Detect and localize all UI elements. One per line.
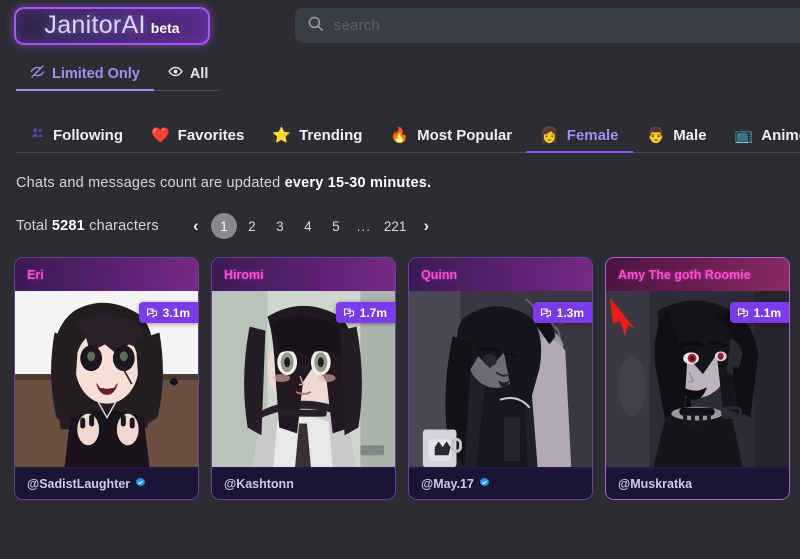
heart-icon: ❤️ xyxy=(150,127,170,144)
card-footer: @May.17 xyxy=(409,469,592,499)
card-image: 1.3m xyxy=(409,291,592,469)
messages-icon xyxy=(343,307,354,318)
update-notice-text: Chats and messages count are updated xyxy=(16,175,285,191)
creator-handle[interactable]: @SadistLaughter xyxy=(27,477,130,491)
man-icon: 👨 xyxy=(646,127,666,144)
total-suffix: characters xyxy=(84,218,159,234)
tab-all[interactable]: All xyxy=(154,64,223,91)
search-input[interactable] xyxy=(334,17,800,34)
users-icon xyxy=(30,126,45,144)
character-card-quinn[interactable]: Quinn 1.3m @May.17 xyxy=(408,257,593,500)
pagination-page-1[interactable]: 1 xyxy=(210,213,237,239)
character-grid: Eri 3.1m @SadistLaughter Hiromi 1.7m @Ka… xyxy=(0,239,800,500)
pagination-row: Total 5281 characters ‹ 1 2 3 4 5 ... 22… xyxy=(0,191,800,239)
card-header: Eri xyxy=(15,258,198,291)
card-title: Eri xyxy=(27,267,44,282)
card-title: Hiromi xyxy=(224,267,264,282)
pagination-ellipsis: ... xyxy=(356,218,371,234)
tab-most-popular[interactable]: 🔥 Most Popular xyxy=(376,127,526,153)
woman-icon: 👩 xyxy=(540,127,559,144)
messages-icon xyxy=(737,307,748,318)
character-card-hiromi[interactable]: Hiromi 1.7m @Kashtonn xyxy=(211,257,396,500)
total-prefix: Total xyxy=(16,218,52,234)
pagination-page-3[interactable]: 3 xyxy=(267,213,293,239)
creator-handle[interactable]: @Muskratka xyxy=(618,477,692,491)
messages-icon xyxy=(540,307,551,318)
card-image: 3.1m xyxy=(15,291,198,469)
message-count-value: 3.1m xyxy=(162,305,190,320)
character-card-eri[interactable]: Eri 3.1m @SadistLaughter xyxy=(14,257,199,500)
messages-icon xyxy=(146,307,157,318)
message-count-value: 1.1m xyxy=(753,305,781,320)
pagination-page-4[interactable]: 4 xyxy=(295,213,321,239)
message-count-value: 1.7m xyxy=(359,305,387,320)
card-image: 1.1m xyxy=(606,291,789,469)
tab-most-popular-label: Most Popular xyxy=(417,127,513,144)
pagination-page-221[interactable]: 221 xyxy=(379,213,412,239)
tab-trending-label: Trending xyxy=(299,127,363,144)
pagination-page-5[interactable]: 5 xyxy=(323,213,349,239)
card-footer: @SadistLaughter xyxy=(15,469,198,499)
app-logo[interactable]: JanitorAI beta xyxy=(14,6,210,45)
verified-badge-icon xyxy=(135,475,146,493)
total-characters: Total 5281 characters xyxy=(16,218,159,234)
tab-limited-only-label: Limited Only xyxy=(52,65,140,82)
eye-icon xyxy=(168,64,183,83)
creator-handle[interactable]: @May.17 xyxy=(421,477,474,491)
update-notice: Chats and messages count are updated eve… xyxy=(0,153,800,191)
search-bar[interactable] xyxy=(295,8,800,43)
pagination: ‹ 1 2 3 4 5 ... 221 › xyxy=(183,213,440,239)
card-title: Amy The goth Roomie xyxy=(618,267,751,282)
message-count-badge: 3.1m xyxy=(138,302,198,323)
message-count-value: 1.3m xyxy=(556,305,584,320)
card-title: Quinn xyxy=(421,267,458,282)
search-icon xyxy=(307,15,324,37)
logo-text: JanitorAI xyxy=(44,11,146,39)
verified-badge-icon xyxy=(479,475,490,493)
logo-beta-badge: beta xyxy=(150,19,180,36)
tab-limited-only[interactable]: Limited Only xyxy=(16,64,154,91)
tab-anime-label: Anime xyxy=(761,127,800,144)
tab-anime[interactable]: 📺 Anime xyxy=(721,127,800,153)
tab-male-label: Male xyxy=(673,127,707,144)
tab-following-label: Following xyxy=(53,126,123,144)
message-count-badge: 1.3m xyxy=(532,302,592,323)
message-count-badge: 1.1m xyxy=(729,302,789,323)
tab-following[interactable]: Following xyxy=(16,126,137,153)
tab-male[interactable]: 👨 Male xyxy=(633,127,721,153)
fire-icon: 🔥 xyxy=(390,127,410,144)
pagination-page-2[interactable]: 2 xyxy=(239,213,265,239)
pagination-next-button[interactable]: › xyxy=(413,213,439,239)
card-footer: @Kashtonn xyxy=(212,469,395,499)
total-count: 5281 xyxy=(51,218,85,234)
card-header: Quinn xyxy=(409,258,592,291)
creator-handle[interactable]: @Kashtonn xyxy=(224,477,294,491)
tab-all-label: All xyxy=(189,65,209,82)
eye-off-icon xyxy=(30,64,45,83)
message-count-badge: 1.7m xyxy=(335,302,395,323)
tab-favorites-label: Favorites xyxy=(177,127,245,144)
tab-trending[interactable]: ⭐ Trending xyxy=(258,127,376,153)
visibility-tabs: Limited Only All xyxy=(0,51,800,91)
card-footer: @Muskratka xyxy=(606,469,789,499)
card-header: Hiromi xyxy=(212,258,395,291)
character-card-amy-the-goth-roomie[interactable]: Amy The goth Roomie 1.1m @Muskratka xyxy=(605,257,790,500)
tab-favorites[interactable]: ❤️ Favorites xyxy=(137,127,258,153)
card-header: Amy The goth Roomie xyxy=(606,258,789,291)
television-icon: 📺 xyxy=(734,127,754,144)
top-bar: JanitorAI beta xyxy=(0,0,800,51)
pagination-prev-button[interactable]: ‹ xyxy=(183,213,209,239)
category-tabs: Following ❤️ Favorites ⭐ Trending 🔥 Most… xyxy=(0,105,800,153)
card-image: 1.7m xyxy=(212,291,395,469)
update-notice-interval: every 15-30 minutes. xyxy=(284,175,432,191)
tab-female-label: Female xyxy=(566,127,619,144)
tab-female[interactable]: 👩 Female xyxy=(526,127,633,153)
star-icon: ⭐ xyxy=(272,127,292,144)
